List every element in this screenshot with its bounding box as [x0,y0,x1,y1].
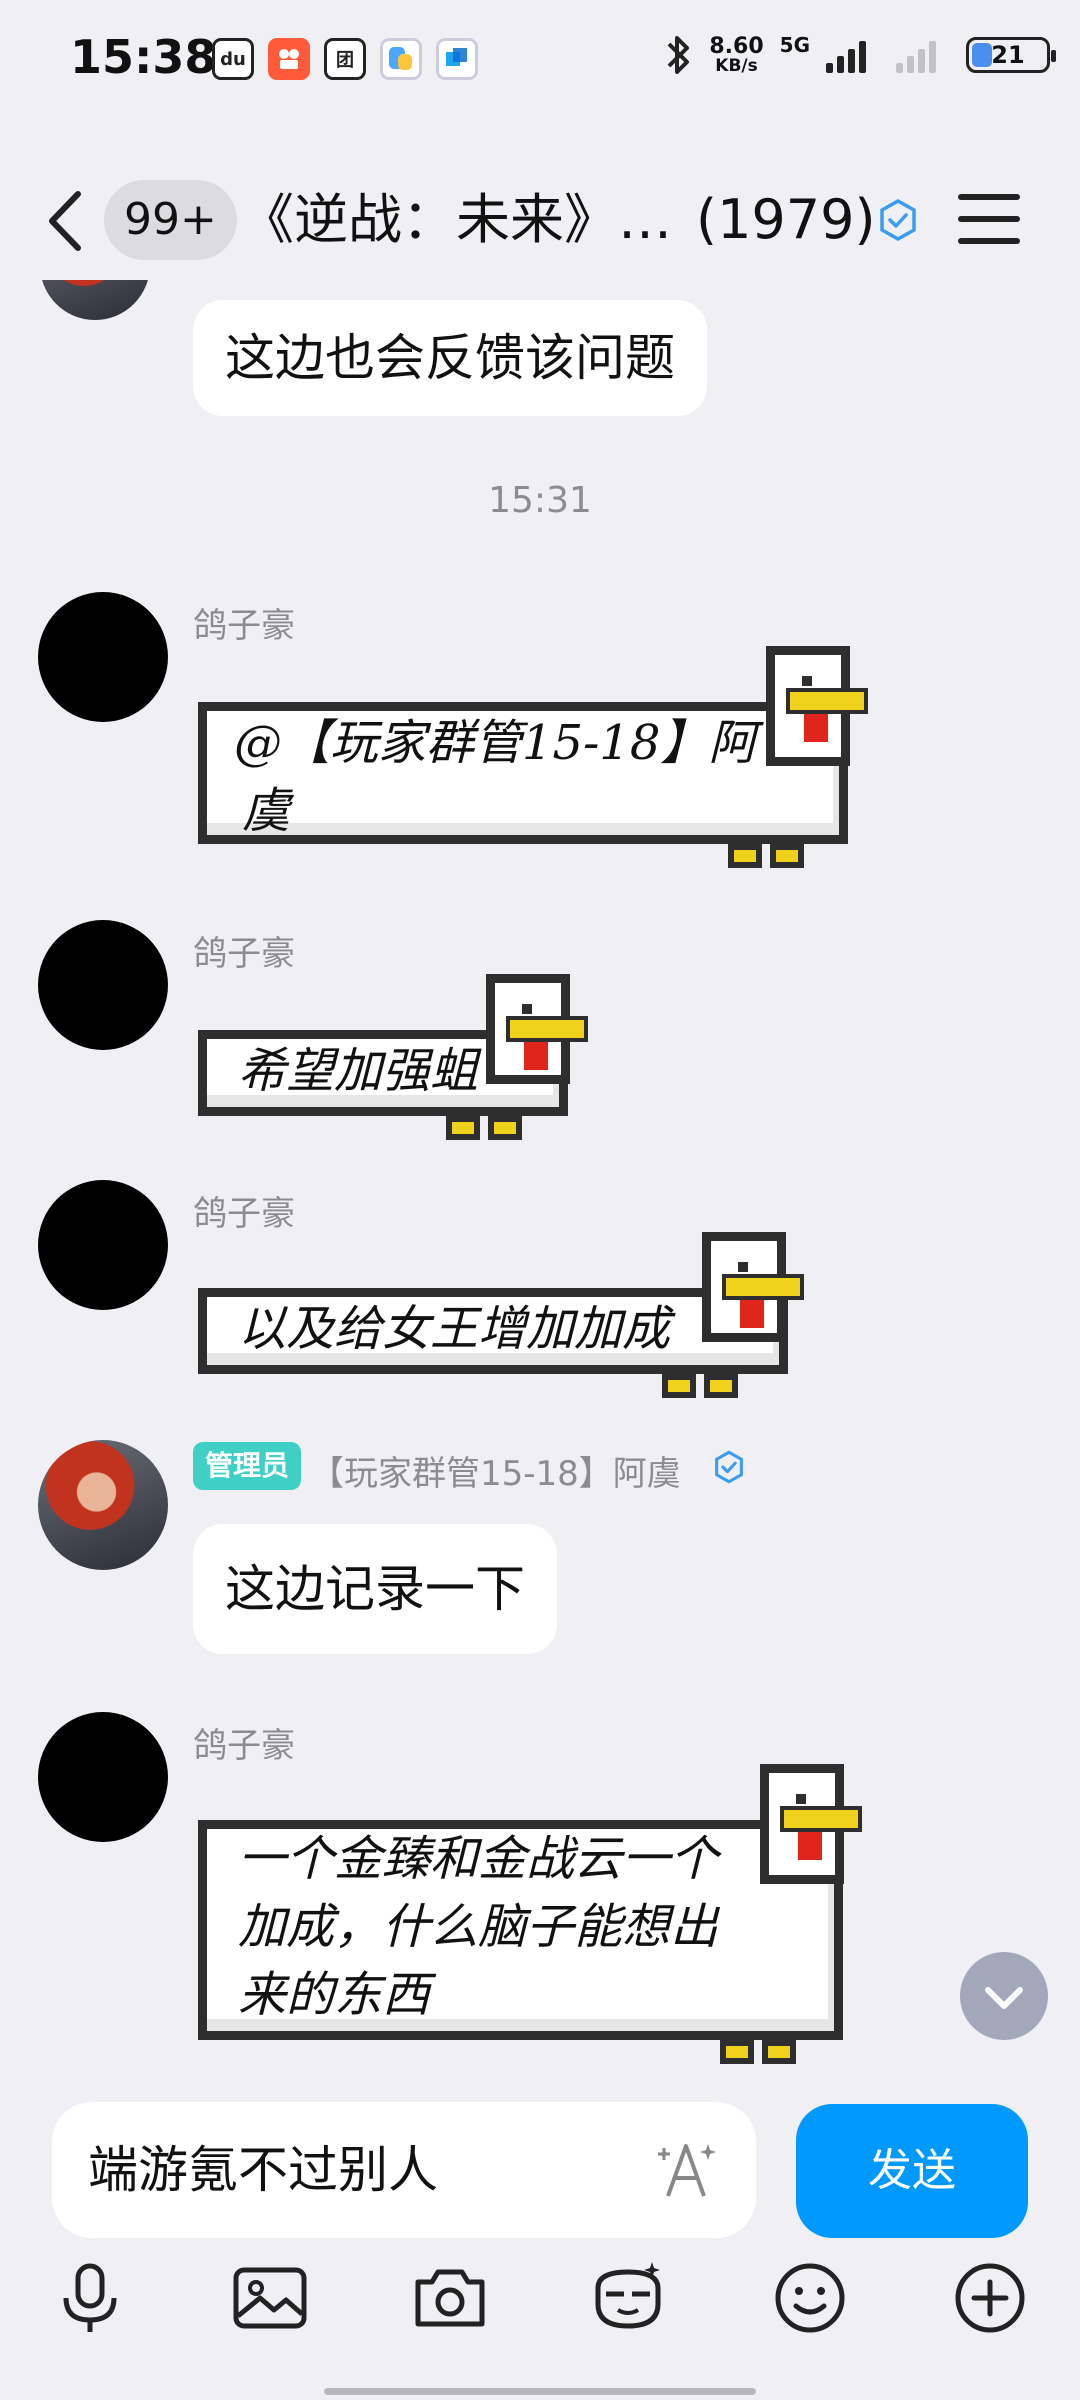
avatar[interactable] [38,1440,168,1570]
scroll-to-bottom-button[interactable] [960,1952,1048,2040]
composer: 端游氪不过别人 发送 [0,2082,1080,2400]
avatar[interactable] [38,1712,168,1842]
avatar[interactable] [40,280,150,320]
goose-message-line: 以及给女王增加加成 [238,1301,671,1357]
goose-message-line: 希望加强蛆 [238,1043,479,1099]
verified-group-icon [880,198,916,242]
verified-admin-icon [715,1450,743,1484]
status-time: 15:38 [70,30,217,84]
chevron-down-icon [985,1987,1023,2009]
goose-message-line: 虞 [242,783,291,839]
bluetooth-icon [667,36,690,74]
secondary-signal-icon [896,37,936,73]
dewu-icon: du [212,38,254,80]
menu-icon[interactable] [958,194,1020,246]
kuaishou-icon [268,38,310,80]
goose-sticker-bubble[interactable]: @【玩家群管15-18】阿 虞 [198,646,868,886]
signal-strength-icon [826,37,866,73]
text-style-icon[interactable] [654,2136,722,2204]
camera-icon[interactable] [410,2258,490,2338]
goose-sticker-bubble[interactable]: 一个金臻和金战云一个 加成，什么脑子能想出 来的东西 [198,1764,863,2079]
notification-app-icons: du 团 [212,38,478,80]
sticker-icon[interactable] [588,2258,668,2338]
microphone-icon[interactable] [50,2258,130,2338]
message-bubble[interactable]: 这边也会反馈该问题 [193,300,707,416]
battery-level: 21 [991,41,1025,69]
sender-name: 鸽子豪 [193,1726,295,1766]
chat-header: 99+ 《逆战：未来》… (1979) [0,160,1080,280]
avatar[interactable] [38,1180,168,1310]
message-input[interactable]: 端游氪不过别人 [52,2102,756,2238]
sender-name: 【玩家群管15-18】阿虞 [310,1454,681,1494]
meituan-icon: 团 [324,38,366,80]
unread-count-badge[interactable]: 99+ [104,180,237,260]
message-bubble[interactable]: 这边记录一下 [193,1524,557,1654]
goose-message-line: 来的东西 [238,1967,431,2023]
home-indicator[interactable] [324,2388,756,2395]
emoji-icon[interactable] [770,2258,850,2338]
status-bar: 15:38 du 团 8.60 KB/s 5G 21 [0,0,1080,120]
network-speed: 8.60 KB/s [709,33,764,76]
goose-message-line: 加成，什么脑子能想出 [238,1899,719,1955]
avatar[interactable] [38,920,168,1050]
message-list[interactable]: 这边也会反馈该问题 15:31 鸽子豪 @【玩家群管15-18】阿 虞 鸽子豪 … [0,280,1080,2080]
goose-message-line: 一个金臻和金战云一个 [238,1831,719,1887]
message-input-text: 端游氪不过别人 [88,2141,438,2199]
network-type: 5G [779,33,810,57]
admin-badge: 管理员 [193,1442,302,1490]
avatar[interactable] [38,592,168,722]
cloud-app-icon [380,38,422,80]
battery-icon: 21 [966,37,1056,73]
sender-name: 鸽子豪 [193,1194,295,1234]
message-timestamp: 15:31 [488,480,592,521]
goose-sticker-bubble[interactable]: 希望加强蛆 [198,974,588,1149]
video-app-icon [436,38,478,80]
send-button[interactable]: 发送 [796,2104,1028,2238]
sender-name: 鸽子豪 [193,934,295,974]
back-icon[interactable] [38,186,98,256]
image-icon[interactable] [230,2258,310,2338]
member-count[interactable]: (1979) [696,182,876,258]
goose-sticker-bubble[interactable]: 以及给女王增加加成 [198,1232,808,1407]
goose-message-line: @【玩家群管15-18】阿 [234,715,757,771]
group-title[interactable]: 《逆战：未来》… [240,182,672,258]
sender-name: 鸽子豪 [193,606,295,646]
plus-icon[interactable] [950,2258,1030,2338]
input-toolbar [0,2248,1080,2348]
status-right-cluster: 8.60 KB/s 5G 21 [663,32,1056,78]
